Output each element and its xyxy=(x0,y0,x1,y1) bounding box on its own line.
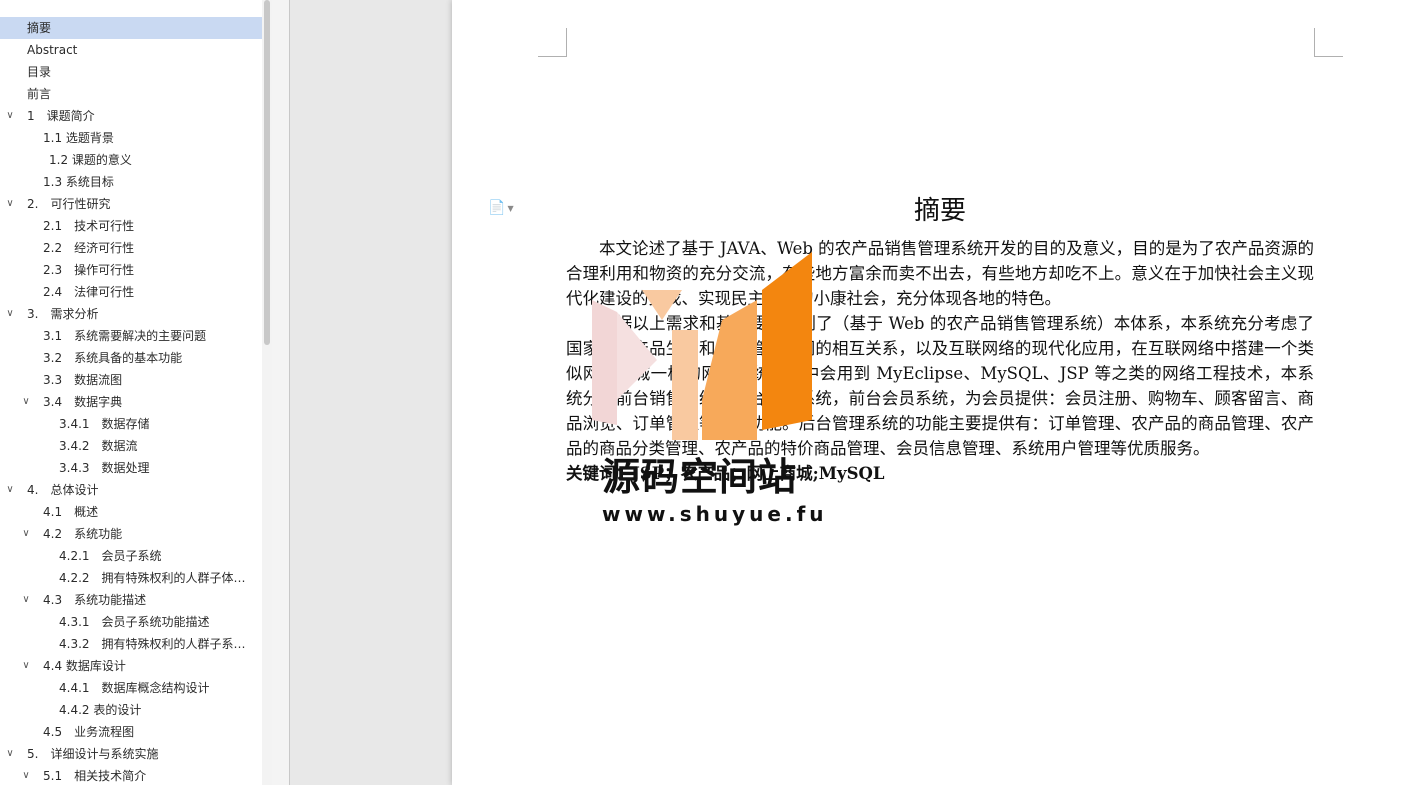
document-page[interactable]: 📄 ▼ 摘要 本文论述了基于 JAVA、Web 的农产品销售管理系统开发的目的及意… xyxy=(452,0,1414,785)
nav-item-label: 4.2.2 拥有特殊权利的人群子体系 ... xyxy=(59,571,256,585)
nav-item-label: Abstract xyxy=(27,43,78,57)
nav-item[interactable]: ∨ 4.4 数据库设计 xyxy=(0,655,262,677)
document-canvas: 📄 ▼ 摘要 本文论述了基于 JAVA、Web 的农产品销售管理系统开发的目的及意… xyxy=(290,0,1414,785)
crop-mark-left xyxy=(538,28,567,57)
nav-item-label: 3.4 数据字典 xyxy=(43,395,123,409)
nav-item[interactable]: ∨ 2. 可行性研究 xyxy=(0,193,262,215)
nav-item[interactable]: 4.5 业务流程图 xyxy=(0,721,262,743)
nav-item[interactable]: ∨ 4.3 系统功能描述 xyxy=(0,589,262,611)
nav-item[interactable]: 1.1 选题背景 xyxy=(0,127,262,149)
crop-mark-right xyxy=(1314,28,1343,57)
nav-scrollbar-thumb[interactable] xyxy=(264,0,270,345)
nav-item[interactable]: 4.4.1 数据库概念结构设计 xyxy=(0,677,262,699)
chevron-down-icon[interactable]: ∨ xyxy=(20,523,32,545)
nav-item-label: 1 课题简介 xyxy=(27,109,95,123)
nav-item[interactable]: 3.4.1 数据存储 xyxy=(0,413,262,435)
nav-item-label: 2.1 技术可行性 xyxy=(43,219,135,233)
nav-item-label: 3.4.1 数据存储 xyxy=(59,417,150,431)
nav-item[interactable]: Abstract xyxy=(0,39,262,61)
navigation-pane: 摘要 Abstract 目录前言 ∨ 1 课题简介 1.1 选题背景 1.2 课题的意义 1.… xyxy=(0,0,272,785)
nav-item-label: 5.1 相关技术简介 xyxy=(43,769,147,783)
nav-item[interactable]: 2.4 法律可行性 xyxy=(0,281,262,303)
nav-item-label: 3.2 系统具备的基本功能 xyxy=(43,351,183,365)
nav-item-label: 3.3 数据流图 xyxy=(43,373,123,387)
nav-item-label: 2.2 经济可行性 xyxy=(43,241,135,255)
nav-item-label: 4.3.1 会员子系统功能描述 xyxy=(59,615,210,629)
nav-item[interactable]: 摘要 xyxy=(0,17,262,39)
nav-item-label: 4.2.1 会员子系统 xyxy=(59,549,162,563)
chevron-down-icon[interactable]: ∨ xyxy=(4,479,16,501)
pane-splitter[interactable] xyxy=(272,0,290,785)
nav-item-label: 4.4 数据库设计 xyxy=(43,659,126,673)
nav-item-label: 4.5 业务流程图 xyxy=(43,725,135,739)
nav-item[interactable]: 3.4.2 数据流 xyxy=(0,435,262,457)
nav-item-label: 5. 详细设计与系统实施 xyxy=(27,747,159,761)
nav-item-label: 1.1 选题背景 xyxy=(43,131,114,145)
abstract-body[interactable]: 本文论述了基于 JAVA、Web 的农产品销售管理系统开发的目的及意义，目的是为… xyxy=(566,236,1314,486)
abstract-paragraph-1: 本文论述了基于 JAVA、Web 的农产品销售管理系统开发的目的及意义，目的是为… xyxy=(566,239,1314,308)
nav-item-label: 1.2 课题的意义 xyxy=(49,153,132,167)
nav-item[interactable]: 前言 xyxy=(0,83,262,105)
nav-item[interactable]: ∨ 5.1 相关技术简介 xyxy=(0,765,262,785)
paragraph-options-icon[interactable]: 📄 ▼ xyxy=(488,200,514,216)
nav-item[interactable]: 1.3 系统目标 xyxy=(0,171,262,193)
nav-item[interactable]: ∨ 5. 详细设计与系统实施 xyxy=(0,743,262,765)
nav-item-label: 1.3 系统目标 xyxy=(43,175,114,189)
chevron-down-icon[interactable]: ∨ xyxy=(20,589,32,611)
nav-item-label: 2.3 操作可行性 xyxy=(43,263,135,277)
nav-item-label: 4. 总体设计 xyxy=(27,483,99,497)
nav-item-label: 3. 需求分析 xyxy=(27,307,99,321)
nav-item[interactable]: 目录 xyxy=(0,61,262,83)
nav-item[interactable]: 4.3.2 拥有特殊权利的人群子系统 ... xyxy=(0,633,262,655)
nav-item[interactable]: 2.1 技术可行性 xyxy=(0,215,262,237)
nav-item-label: 目录 xyxy=(27,65,52,79)
document-title: 摘要 xyxy=(913,196,966,226)
outline-list: 摘要 Abstract 目录前言 ∨ 1 课题简介 1.1 选题背景 1.2 课题的意义 1.… xyxy=(0,17,262,785)
nav-item[interactable]: ∨ 1 课题简介 xyxy=(0,105,262,127)
nav-item[interactable]: 4.1 概述 xyxy=(0,501,262,523)
abstract-paragraph-2: 根据以上需求和基本要求规划了（基于 Web 的农产品销售管理系统）本体系，本系统… xyxy=(566,314,1314,458)
chevron-down-icon[interactable]: ∨ xyxy=(4,303,16,325)
nav-item[interactable]: 2.2 经济可行性 xyxy=(0,237,262,259)
nav-item[interactable]: 4.2.1 会员子系统 xyxy=(0,545,262,567)
nav-item[interactable]: 4.3.1 会员子系统功能描述 xyxy=(0,611,262,633)
chevron-down-icon[interactable]: ∨ xyxy=(4,743,16,765)
nav-item-label: 4.3.2 拥有特殊权利的人群子系统 ... xyxy=(59,637,256,651)
chevron-down-icon[interactable]: ∨ xyxy=(20,655,32,677)
nav-item[interactable]: 3.4.3 数据处理 xyxy=(0,457,262,479)
nav-item[interactable]: ∨ 3.4 数据字典 xyxy=(0,391,262,413)
nav-scrollbar[interactable] xyxy=(262,0,272,785)
nav-item-label: 3.1 系统需要解决的主要问题 xyxy=(43,329,207,343)
nav-item-label: 4.2 系统功能 xyxy=(43,527,123,541)
nav-item-label: 4.4.2 表的设计 xyxy=(59,703,142,717)
chevron-down-icon[interactable]: ∨ xyxy=(20,765,32,785)
nav-item[interactable]: 3.1 系统需要解决的主要问题 xyxy=(0,325,262,347)
nav-item-label: 3.4.2 数据流 xyxy=(59,439,138,453)
nav-item[interactable]: 1.2 课题的意义 xyxy=(0,149,262,171)
nav-item-label: 3.4.3 数据处理 xyxy=(59,461,150,475)
nav-item-label: 摘要 xyxy=(27,21,52,35)
nav-item-label: 4.3 系统功能描述 xyxy=(43,593,147,607)
nav-item[interactable]: 2.3 操作可行性 xyxy=(0,259,262,281)
watermark-url: www.shuyue.fu xyxy=(602,502,828,526)
nav-item[interactable]: 3.2 系统具备的基本功能 xyxy=(0,347,262,369)
nav-item-label: 前言 xyxy=(27,87,52,101)
nav-item[interactable]: ∨ 4.2 系统功能 xyxy=(0,523,262,545)
nav-item[interactable]: 3.3 数据流图 xyxy=(0,369,262,391)
chevron-down-icon[interactable]: ∨ xyxy=(20,391,32,413)
nav-item[interactable]: ∨ 4. 总体设计 xyxy=(0,479,262,501)
nav-item[interactable]: ∨ 3. 需求分析 xyxy=(0,303,262,325)
nav-item[interactable]: 4.4.2 表的设计 xyxy=(0,699,262,721)
chevron-down-icon[interactable]: ∨ xyxy=(4,193,16,215)
nav-item-label: 4.4.1 数据库概念结构设计 xyxy=(59,681,210,695)
chevron-down-icon[interactable]: ∨ xyxy=(4,105,16,127)
nav-item-label: 4.1 概述 xyxy=(43,505,99,519)
nav-item-label: 2.4 法律可行性 xyxy=(43,285,135,299)
nav-item[interactable]: 4.2.2 拥有特殊权利的人群子体系 ... xyxy=(0,567,262,589)
keywords-line: 关键词：JSP；农产品；网上商城;MySQL xyxy=(566,464,885,483)
nav-item-label: 2. 可行性研究 xyxy=(27,197,111,211)
